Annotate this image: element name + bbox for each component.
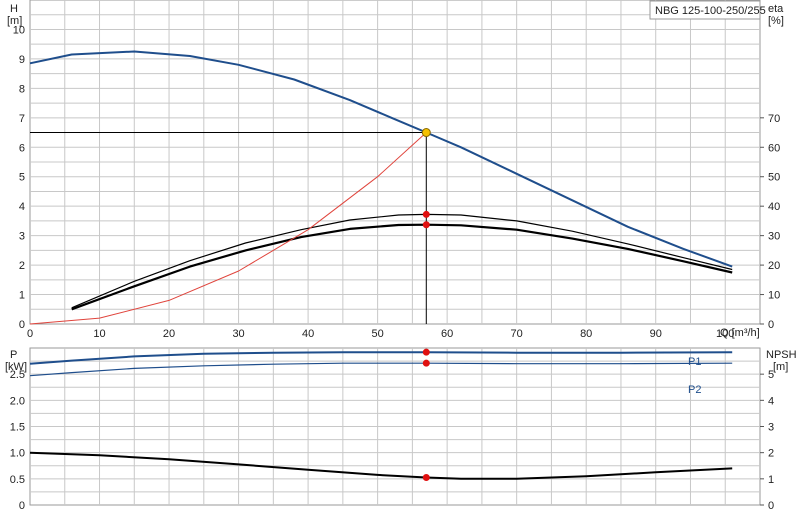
right-tick-label: 0 <box>768 319 774 331</box>
operating-point-marker <box>422 210 430 218</box>
left-tick-label: 1.5 <box>10 422 25 434</box>
x-tick-label: 30 <box>232 328 244 340</box>
left-tick-label: 2.0 <box>10 395 25 407</box>
left-tick-label: 1.0 <box>10 448 25 460</box>
x-tick-label: 60 <box>441 328 453 340</box>
x-tick-label: 0 <box>27 328 33 340</box>
right-tick-label: 0 <box>768 500 774 512</box>
p1-series-label: P1 <box>688 356 701 368</box>
eta-axis-name: eta <box>768 3 784 15</box>
left-tick-label: 6 <box>19 142 25 154</box>
right-tick-label: 4 <box>768 395 774 407</box>
left-tick-label: 3 <box>19 231 25 243</box>
eta-axis-unit: [%] <box>768 15 784 27</box>
x-tick-label: 90 <box>650 328 662 340</box>
q-axis-label: Q [m³/h] <box>720 327 760 339</box>
right-tick-label: 70 <box>768 113 780 125</box>
x-tick-label: 80 <box>580 328 592 340</box>
left-tick-label: 0 <box>19 500 25 512</box>
x-tick-label: 10 <box>93 328 105 340</box>
text-layer: 0123456789100102030405060700 10 20 30 40 50 60… <box>10 24 781 512</box>
top-grid <box>29 0 764 325</box>
h-axis-unit: [m] <box>7 15 22 27</box>
series-curve-0-2 <box>71 223 733 311</box>
right-tick-label: 10 <box>768 290 780 302</box>
bottom-grid <box>29 347 764 506</box>
chart-svg: 0123456789100102030405060700 10 20 30 40 50 60… <box>5 0 797 512</box>
left-tick-label: 4 <box>19 201 25 213</box>
right-tick-label: 2 <box>768 448 774 460</box>
npsh-axis-name: NPSH <box>766 349 797 361</box>
p1-curve <box>29 351 733 365</box>
x-tick-label: 70 <box>511 328 523 340</box>
series-curve-0-0 <box>29 50 733 268</box>
operating-point-marker <box>422 348 430 356</box>
left-tick-label: 0 <box>19 319 25 331</box>
left-tick-label: 0.5 <box>10 474 25 486</box>
p-axis-name: P <box>10 349 17 361</box>
operating-point-marker <box>422 221 430 229</box>
chart-title: NBG 125-100-250/255 <box>655 5 766 17</box>
x-tick-label: 40 <box>302 328 314 340</box>
left-tick-label: 2 <box>19 260 25 272</box>
right-tick-label: 1 <box>768 474 774 486</box>
left-tick-label: 5 <box>19 172 25 184</box>
left-tick-label: 7 <box>19 113 25 125</box>
right-tick-label: 60 <box>768 142 780 154</box>
right-tick-label: 20 <box>768 260 780 272</box>
right-tick-label: 3 <box>768 422 774 434</box>
operating-point-marker <box>422 359 430 367</box>
operating-point-marker <box>421 128 431 138</box>
right-tick-label: 40 <box>768 201 780 213</box>
h-axis-name: H <box>10 3 18 15</box>
x-tick-label: 20 <box>163 328 175 340</box>
left-tick-label: 9 <box>19 54 25 66</box>
right-tick-label: 30 <box>768 231 780 243</box>
p2-series-label: P2 <box>688 384 701 396</box>
pump-curve-chart: 0 1 2 3 4 5 6 7 8 9 10 0 10 20 30 40 50 60 70 0 10 20 30 40 50 60… <box>0 0 800 520</box>
x-tick-label: 50 <box>371 328 383 340</box>
right-tick-label: 50 <box>768 172 780 184</box>
operating-point-marker <box>422 474 430 482</box>
npsh-axis-unit: [m] <box>773 361 788 373</box>
left-tick-label: 1 <box>19 290 25 302</box>
left-tick-label: 8 <box>19 83 25 95</box>
p-axis-unit: [kW] <box>5 361 27 373</box>
